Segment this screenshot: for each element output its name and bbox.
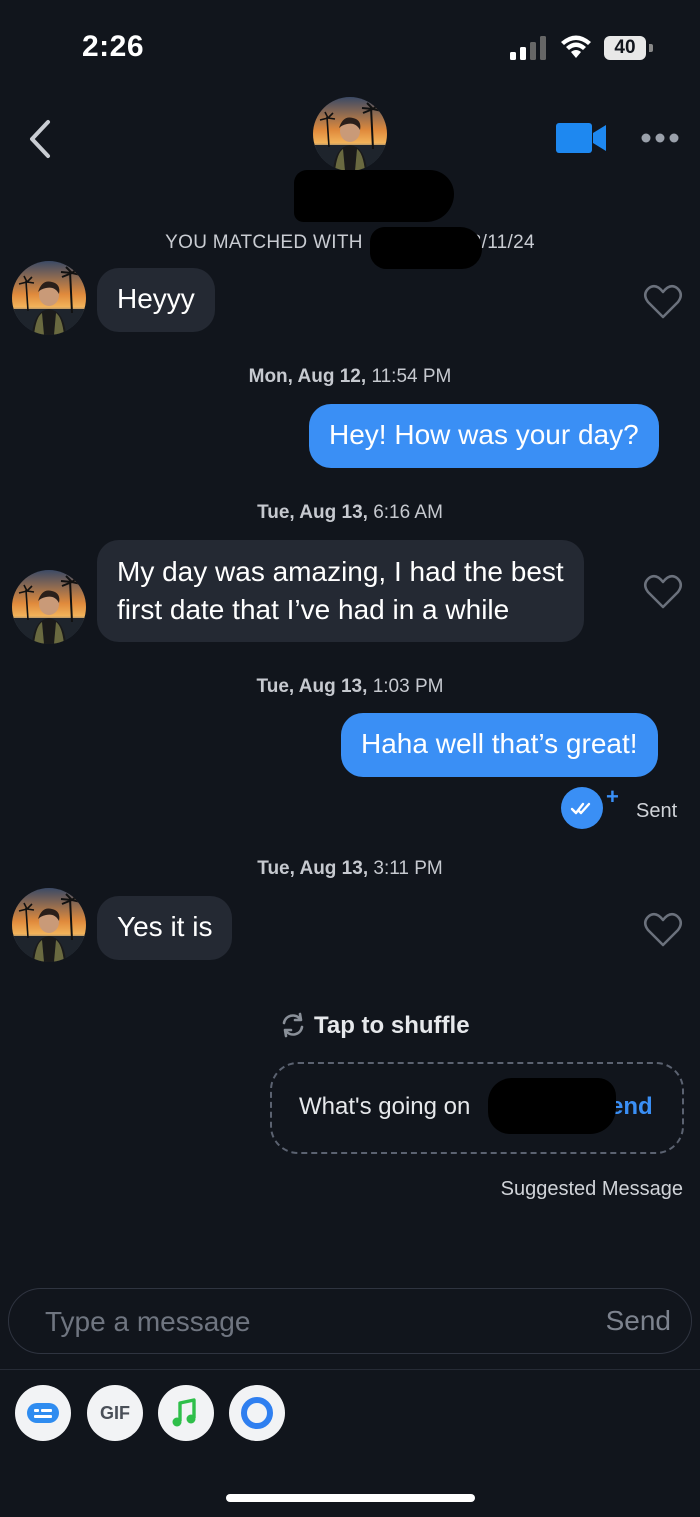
- sticker-card-button[interactable]: [15, 1385, 71, 1441]
- timestamp: Tue, Aug 13, 3:11 PM: [0, 858, 700, 880]
- refresh-icon: [282, 1012, 304, 1038]
- incoming-message[interactable]: Yes it is: [97, 896, 233, 960]
- timestamp-time: 1:03 PM: [372, 676, 444, 697]
- sender-avatar[interactable]: [12, 888, 86, 962]
- read-receipt-icon[interactable]: [561, 787, 603, 829]
- toolbar-divider: [0, 1369, 700, 1370]
- timestamp-date: Tue, Aug 13,: [257, 502, 368, 523]
- outgoing-message[interactable]: Haha well that’s great!: [341, 713, 658, 777]
- status-time: 2:26: [82, 30, 145, 63]
- sender-avatar[interactable]: [12, 570, 86, 644]
- home-indicator[interactable]: [226, 1494, 475, 1502]
- sent-status: Sent: [636, 800, 678, 822]
- message-line: My day was amazing, I had the best: [117, 556, 564, 587]
- timestamp-date: Mon, Aug 12,: [248, 366, 367, 387]
- heart-icon[interactable]: [643, 912, 683, 948]
- wifi-icon: [561, 35, 591, 58]
- timestamp-time: 11:54 PM: [371, 366, 452, 387]
- timestamp: Tue, Aug 13, 6:16 AM: [0, 502, 700, 524]
- redaction-suggestion: [488, 1078, 616, 1134]
- music-note-icon: [172, 1398, 196, 1427]
- send-button[interactable]: Send: [606, 1305, 671, 1337]
- message-composer: Send: [8, 1288, 692, 1354]
- battery-level: 40: [604, 36, 646, 60]
- shuffle-label: Tap to shuffle: [314, 1012, 470, 1039]
- ring-icon: [241, 1397, 273, 1429]
- battery-indicator: 40: [604, 36, 654, 60]
- sticker-card-icon: [27, 1403, 59, 1423]
- matched-prefix: YOU MATCHED WITH: [165, 232, 363, 253]
- music-button[interactable]: [158, 1385, 214, 1441]
- chevron-left-icon[interactable]: [24, 116, 56, 162]
- gif-button[interactable]: GIF: [87, 1385, 143, 1441]
- timestamp: Tue, Aug 13, 1:03 PM: [0, 676, 700, 698]
- timestamp-date: Tue, Aug 13,: [257, 858, 369, 879]
- message-input[interactable]: [43, 1303, 567, 1341]
- match-avatar[interactable]: [313, 97, 387, 171]
- matched-banner: YOU MATCHED WITH 3/11/24: [0, 232, 700, 254]
- ring-button[interactable]: [229, 1385, 285, 1441]
- video-camera-icon[interactable]: [556, 123, 606, 153]
- message-line: first date that I’ve had in a while: [117, 594, 510, 625]
- sender-avatar[interactable]: [12, 261, 86, 335]
- tap-to-shuffle-button[interactable]: Tap to shuffle: [278, 1010, 470, 1040]
- suggested-message-caption: Suggested Message: [500, 1178, 683, 1200]
- heart-icon[interactable]: [643, 574, 683, 610]
- incoming-message[interactable]: Heyyy: [97, 268, 215, 332]
- redaction-match-name: [370, 227, 482, 269]
- timestamp: Mon, Aug 12, 11:54 PM: [0, 366, 700, 388]
- incoming-message[interactable]: My day was amazing, I had the best first…: [97, 540, 584, 642]
- timestamp-date: Tue, Aug 13,: [256, 676, 368, 697]
- suggested-message-text: What's going on: [299, 1093, 471, 1120]
- redaction-name: [294, 170, 454, 222]
- more-horizontal-icon[interactable]: [640, 128, 680, 148]
- plus-icon[interactable]: +: [606, 784, 619, 810]
- timestamp-time: 6:16 AM: [373, 502, 443, 523]
- timestamp-time: 3:11 PM: [373, 858, 443, 879]
- cellular-signal-icon: [510, 36, 546, 60]
- outgoing-message[interactable]: Hey! How was your day?: [309, 404, 659, 468]
- heart-icon[interactable]: [643, 284, 683, 320]
- battery-cap: [649, 44, 653, 52]
